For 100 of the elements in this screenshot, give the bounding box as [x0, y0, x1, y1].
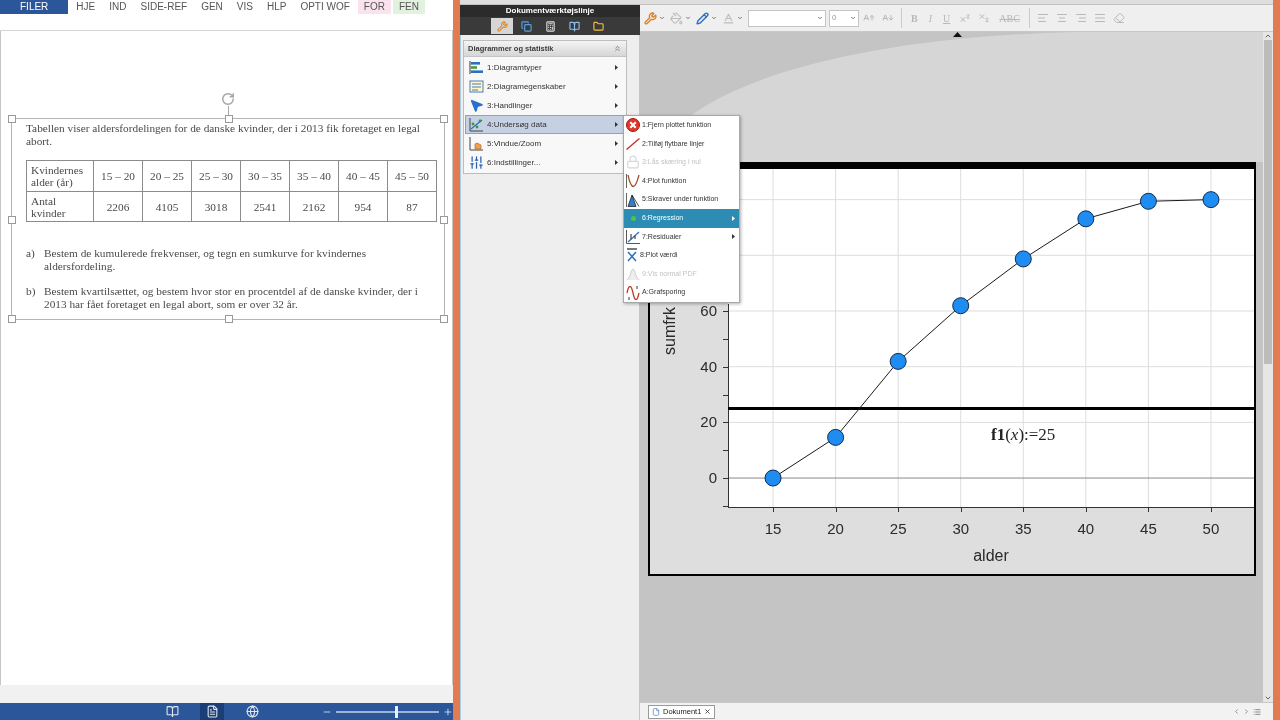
- view-button[interactable]: [200, 703, 224, 720]
- table-cell: 87: [387, 191, 437, 222]
- subscript-icon: [978, 12, 991, 24]
- axis-tick-label: 35: [1014, 520, 1032, 537]
- scroll-up-icon[interactable]: [1264, 32, 1272, 40]
- collapse-icon[interactable]: [613, 44, 622, 53]
- menu-item[interactable]: 4:Undersøg data: [465, 115, 625, 134]
- web-layout-icon: [245, 705, 259, 718]
- table-cell: 25 – 30: [191, 160, 241, 192]
- table-cell: 4105: [142, 191, 192, 222]
- table-cell: 20 – 25: [142, 160, 192, 192]
- axis-tick-label: 20: [827, 520, 844, 537]
- tab-scroll-left-icon[interactable]: [1233, 708, 1240, 715]
- ribbon-tab[interactable]: FOR: [357, 0, 391, 14]
- caret-icon: [685, 15, 691, 21]
- axis-tick-label: 20: [700, 413, 717, 431]
- tab-list-icon[interactable]: [1253, 707, 1261, 716]
- table-cell: 2206: [93, 191, 143, 222]
- sliders-icon: [469, 155, 484, 170]
- resize-handle[interactable]: [440, 115, 448, 123]
- caret-icon: [817, 15, 823, 21]
- align-left-icon: [1036, 12, 1049, 24]
- table-cell: 30 – 35: [240, 160, 290, 192]
- scroll-down-icon[interactable]: [1264, 694, 1272, 702]
- lock-icon: [626, 155, 640, 170]
- justify-icon: [1093, 12, 1106, 24]
- function-label: f1(x):=25: [991, 424, 1056, 447]
- panel-title: Dokumentværktøjslinje: [460, 5, 640, 17]
- font-grow-icon: [863, 12, 875, 24]
- align-right-icon: [1074, 12, 1087, 24]
- axis-tick-label: 25: [889, 520, 907, 537]
- zoom-slider[interactable]: [335, 705, 440, 718]
- triangle-marker-icon[interactable]: [953, 32, 962, 37]
- tools-icon: [496, 20, 508, 32]
- menu-item[interactable]: 2:Diagramegenskaber: [465, 77, 625, 96]
- axis-tick-label: 40: [1077, 520, 1095, 537]
- diagonal-line-icon: [626, 137, 640, 150]
- bell-curve-icon: [626, 267, 640, 282]
- intro-paragraph: Tabellen viser aldersfordelingen for de danske kvinder, der i 2013 fik foretaget en legal abort.: [26, 122, 421, 148]
- calculator-icon: [544, 20, 556, 32]
- caret-icon: [850, 15, 856, 21]
- table-cell: 15 – 20: [93, 160, 143, 192]
- table-cell: 2162: [289, 191, 339, 222]
- resize-handle[interactable]: [440, 315, 448, 323]
- zoom-slider-thumb[interactable]: [394, 705, 398, 718]
- zoom-in-icon[interactable]: [443, 706, 453, 717]
- folder-icon: [592, 20, 604, 32]
- menu-item[interactable]: 1:Diagramtyper: [465, 58, 625, 77]
- trace-icon: [626, 285, 640, 300]
- x-bar-icon: [626, 248, 638, 263]
- properties-icon: [469, 79, 484, 94]
- fill-bucket-icon: [670, 11, 683, 25]
- ribbon-tab[interactable]: FILER: [0, 0, 69, 14]
- table-cell: Kvindernes alder (år): [26, 160, 94, 192]
- table-cell: 3018: [191, 191, 241, 222]
- table-cell: 954: [338, 191, 388, 222]
- scrollbar[interactable]: [1263, 32, 1273, 702]
- axis-tick-label: 60: [700, 302, 717, 319]
- question-text: Bestem kvartilsættet, og bestem hvor stor en procentdel af de danske kvinder, der i 2013 har fået foretaget en legal abort, som er over 32 år.: [44, 285, 419, 311]
- eraser-icon: [1112, 12, 1125, 24]
- axis-tick-label: 15: [764, 520, 782, 537]
- resize-handle[interactable]: [8, 315, 16, 323]
- read-mode-icon: [165, 705, 179, 718]
- parabola-icon: [626, 174, 640, 189]
- font-name-field[interactable]: [748, 9, 826, 27]
- print-layout-icon: [205, 705, 219, 718]
- superscript-icon: [959, 12, 972, 24]
- question-label: a): [26, 247, 36, 261]
- question-text: Bestem de kumulerede frekvenser, og tegn en sumkurve for kvindernes aldersfordeling.: [44, 247, 368, 273]
- table-cell: 35 – 40: [289, 160, 339, 192]
- dot-icon: [630, 215, 636, 221]
- resize-handle[interactable]: [225, 115, 233, 123]
- scrollbar-thumb[interactable]: [1264, 40, 1272, 364]
- menu-item[interactable]: 5:Vindue/Zoom: [465, 134, 625, 153]
- caret-icon: [711, 15, 717, 21]
- tab-scroll-right-icon[interactable]: [1243, 708, 1250, 715]
- resize-handle[interactable]: [440, 216, 448, 224]
- menu-item[interactable]: 6:Indstillinger...: [465, 153, 625, 172]
- tools-icon: [644, 11, 657, 25]
- rotate-handle-icon[interactable]: [221, 92, 235, 106]
- question-label: b): [26, 285, 37, 299]
- remove-function-icon: [626, 118, 640, 133]
- axis-tick-label: 30: [952, 520, 970, 537]
- resize-handle[interactable]: [225, 315, 233, 323]
- align-center-icon: [1055, 12, 1068, 24]
- axis-tick-label: 0: [708, 469, 717, 487]
- table-cell: 40 – 45: [338, 160, 388, 192]
- resize-handle[interactable]: [8, 115, 16, 123]
- caret-icon: [659, 15, 665, 21]
- pen-icon: [696, 11, 709, 25]
- resize-handle[interactable]: [8, 216, 16, 224]
- caret-icon: [737, 15, 743, 21]
- axis-title: alder: [973, 547, 1009, 564]
- residuals-icon: [626, 229, 640, 244]
- close-icon[interactable]: [704, 708, 712, 715]
- table-cell: 45 – 50: [387, 160, 437, 192]
- document-icon: [652, 707, 660, 716]
- ribbon-tab[interactable]: FEN: [392, 0, 425, 14]
- axis-tick-label: 45: [1140, 520, 1157, 537]
- menu-item[interactable]: 3:Handlinger: [465, 96, 625, 115]
